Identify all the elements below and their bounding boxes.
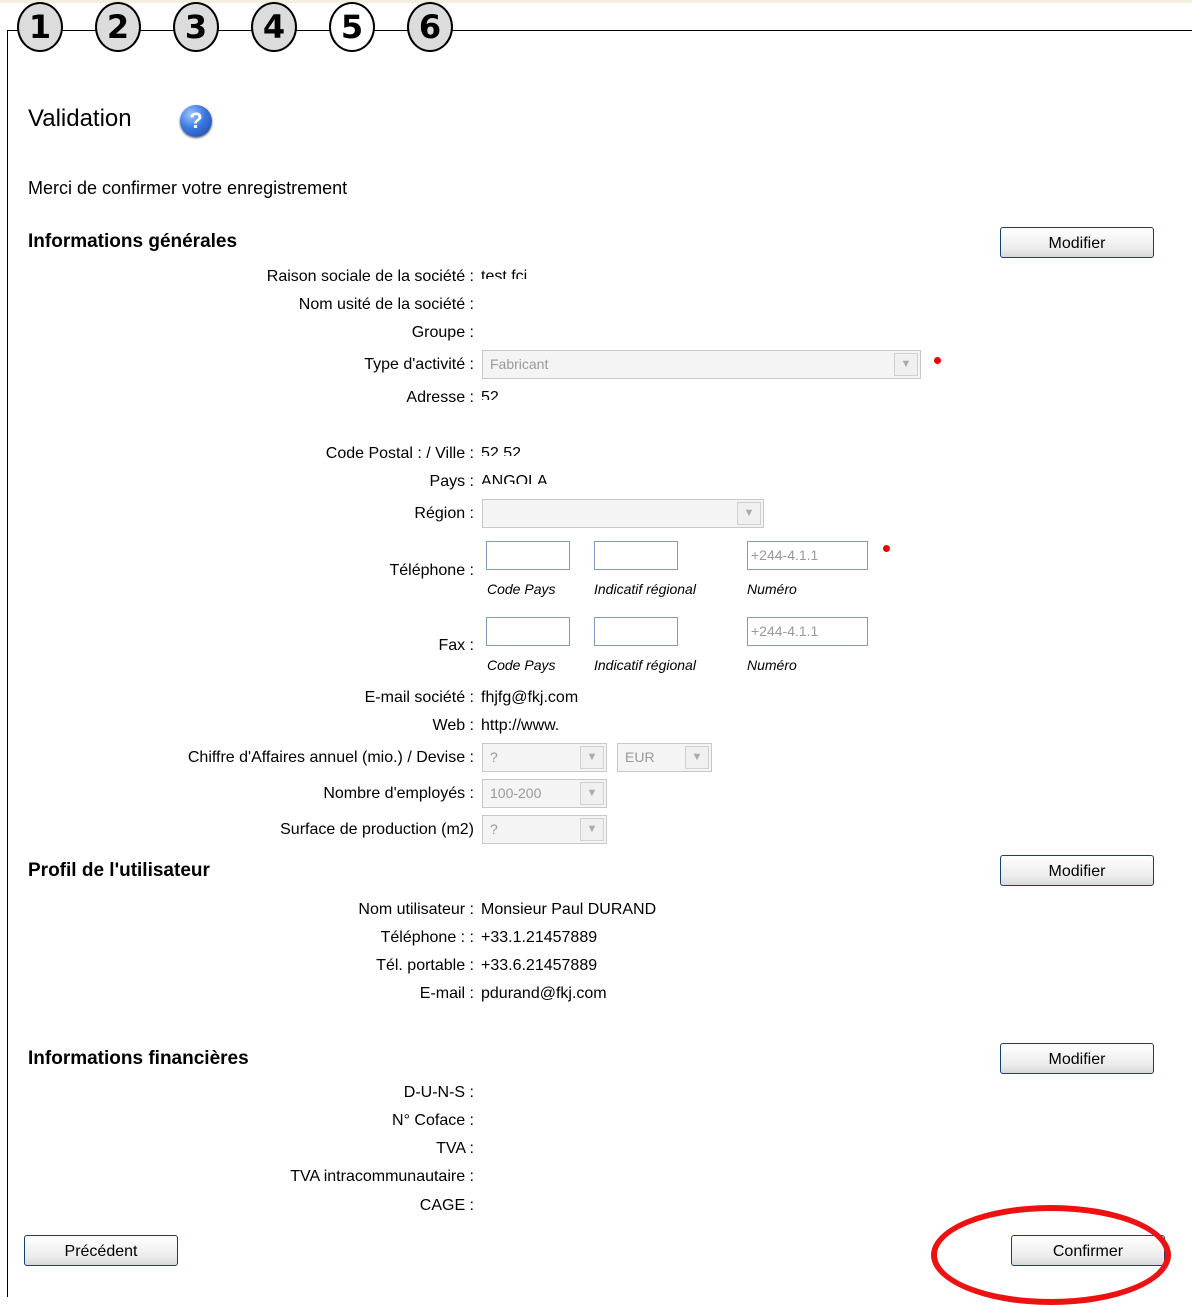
nom-utilisateur-label: Nom utilisateur : xyxy=(358,901,474,918)
type-activite-select[interactable]: Fabricant ▼ xyxy=(482,350,921,379)
section-profil-title: Profil de l'utilisateur xyxy=(28,860,210,881)
profil-email-value: pdurand@fkj.com xyxy=(481,985,607,1002)
web-label: Web : xyxy=(432,717,475,734)
profil-telephone-value: +33.1.21457889 xyxy=(481,929,598,946)
step-2: 2 xyxy=(95,2,141,52)
adresse-label: Adresse : xyxy=(406,389,474,406)
required-dot-icon xyxy=(883,545,890,552)
step-4: 4 xyxy=(251,2,297,52)
region-select[interactable]: ▼ xyxy=(482,499,764,528)
fax-code-pays-caption: Code Pays xyxy=(487,657,556,673)
tel-indicatif-caption: Indicatif régional xyxy=(594,581,696,597)
fax-numero-input[interactable]: +244-4.1.1 xyxy=(747,617,868,646)
highlight-circle-annotation xyxy=(931,1205,1171,1305)
surface-production-label: Surface de production (m2) xyxy=(280,821,474,838)
web-value: http://www. xyxy=(481,717,560,734)
modify-general-button[interactable]: Modifier xyxy=(1000,227,1154,258)
coface-label: N° Coface : xyxy=(392,1112,474,1129)
chevron-down-icon: ▼ xyxy=(580,746,604,769)
tel-numero-input[interactable]: +244-4.1.1 xyxy=(747,541,868,570)
fax-indicatif-input[interactable] xyxy=(594,617,678,646)
page-title: Validation xyxy=(28,105,132,132)
fax-numero-caption: Numéro xyxy=(747,657,797,673)
step-3: 3 xyxy=(173,2,219,52)
tel-portable-label: Tél. portable : xyxy=(376,957,474,974)
nombre-employes-label: Nombre d'employés : xyxy=(323,785,474,802)
nom-usite-label: Nom usité de la société : xyxy=(298,296,474,313)
question-icon[interactable]: ? xyxy=(180,105,212,137)
step-1: 1 xyxy=(17,2,63,52)
telephone-label: Téléphone : xyxy=(389,562,474,579)
intro-text: Merci de confirmer votre enregistrement xyxy=(28,178,348,198)
required-dot-icon xyxy=(934,357,941,364)
code-postal-label: Code Postal : / Ville : xyxy=(325,445,474,462)
step-5-active: 5 xyxy=(329,2,375,52)
tva-intra-label: TVA intracommunautaire : xyxy=(290,1168,474,1185)
profil-email-label: E-mail : xyxy=(419,985,474,1002)
chevron-down-icon: ▼ xyxy=(737,502,761,525)
tel-code-pays-caption: Code Pays xyxy=(487,581,556,597)
email-societe-label: E-mail société : xyxy=(364,689,474,706)
email-societe-value: fhjfg@fkj.com xyxy=(481,689,579,706)
adresse-value: 52 xyxy=(481,389,499,400)
tel-code-pays-input[interactable] xyxy=(486,541,570,570)
modify-financier-button[interactable]: Modifier xyxy=(1000,1043,1154,1074)
previous-button[interactable]: Précédent xyxy=(24,1235,178,1266)
chevron-down-icon: ▼ xyxy=(580,782,604,805)
tva-label: TVA : xyxy=(436,1140,474,1157)
frame-left-line xyxy=(7,30,8,1297)
section-financier-title: Informations financières xyxy=(28,1048,249,1069)
type-activite-value: Fabricant xyxy=(490,356,549,372)
section-general-title: Informations générales xyxy=(28,231,238,252)
fax-code-pays-input[interactable] xyxy=(486,617,570,646)
surface-production-select[interactable]: ? ▼ xyxy=(482,815,607,844)
tel-portable-value: +33.6.21457889 xyxy=(481,957,598,974)
type-activite-label: Type d'activité : xyxy=(364,356,474,373)
chevron-down-icon: ▼ xyxy=(580,818,604,841)
cage-label: CAGE : xyxy=(419,1197,474,1214)
groupe-label: Groupe : xyxy=(411,324,474,341)
nom-utilisateur-value: Monsieur Paul DURAND xyxy=(481,901,657,918)
raison-sociale-value: test fcj xyxy=(481,268,528,279)
surface-production-value: ? xyxy=(490,821,498,837)
code-postal-value: 52 52 xyxy=(481,445,522,456)
tel-numero-caption: Numéro xyxy=(747,581,797,597)
chevron-down-icon: ▼ xyxy=(894,353,918,376)
chiffre-affaires-value: ? xyxy=(490,749,498,765)
nombre-employes-value: 100-200 xyxy=(490,785,542,801)
devise-select[interactable]: EUR ▼ xyxy=(617,743,712,772)
chevron-down-icon: ▼ xyxy=(685,746,709,769)
fax-indicatif-caption: Indicatif régional xyxy=(594,657,696,673)
profil-telephone-label: Téléphone : : xyxy=(380,929,474,946)
raison-sociale-label: Raison sociale de la société : xyxy=(266,268,474,285)
step-6: 6 xyxy=(407,2,453,52)
duns-label: D-U-N-S : xyxy=(403,1084,474,1101)
top-border xyxy=(0,0,1192,3)
pays-value: ANGOLA xyxy=(481,473,548,484)
chiffre-affaires-label: Chiffre d'Affaires annuel (mio.) / Devis… xyxy=(187,749,474,766)
devise-value: EUR xyxy=(625,749,655,765)
tel-indicatif-input[interactable] xyxy=(594,541,678,570)
nombre-employes-select[interactable]: 100-200 ▼ xyxy=(482,779,607,808)
chiffre-affaires-select[interactable]: ? ▼ xyxy=(482,743,607,772)
region-label: Région : xyxy=(414,505,474,522)
modify-profil-button[interactable]: Modifier xyxy=(1000,855,1154,886)
fax-label: Fax : xyxy=(438,637,474,654)
pays-label: Pays : xyxy=(429,473,474,490)
